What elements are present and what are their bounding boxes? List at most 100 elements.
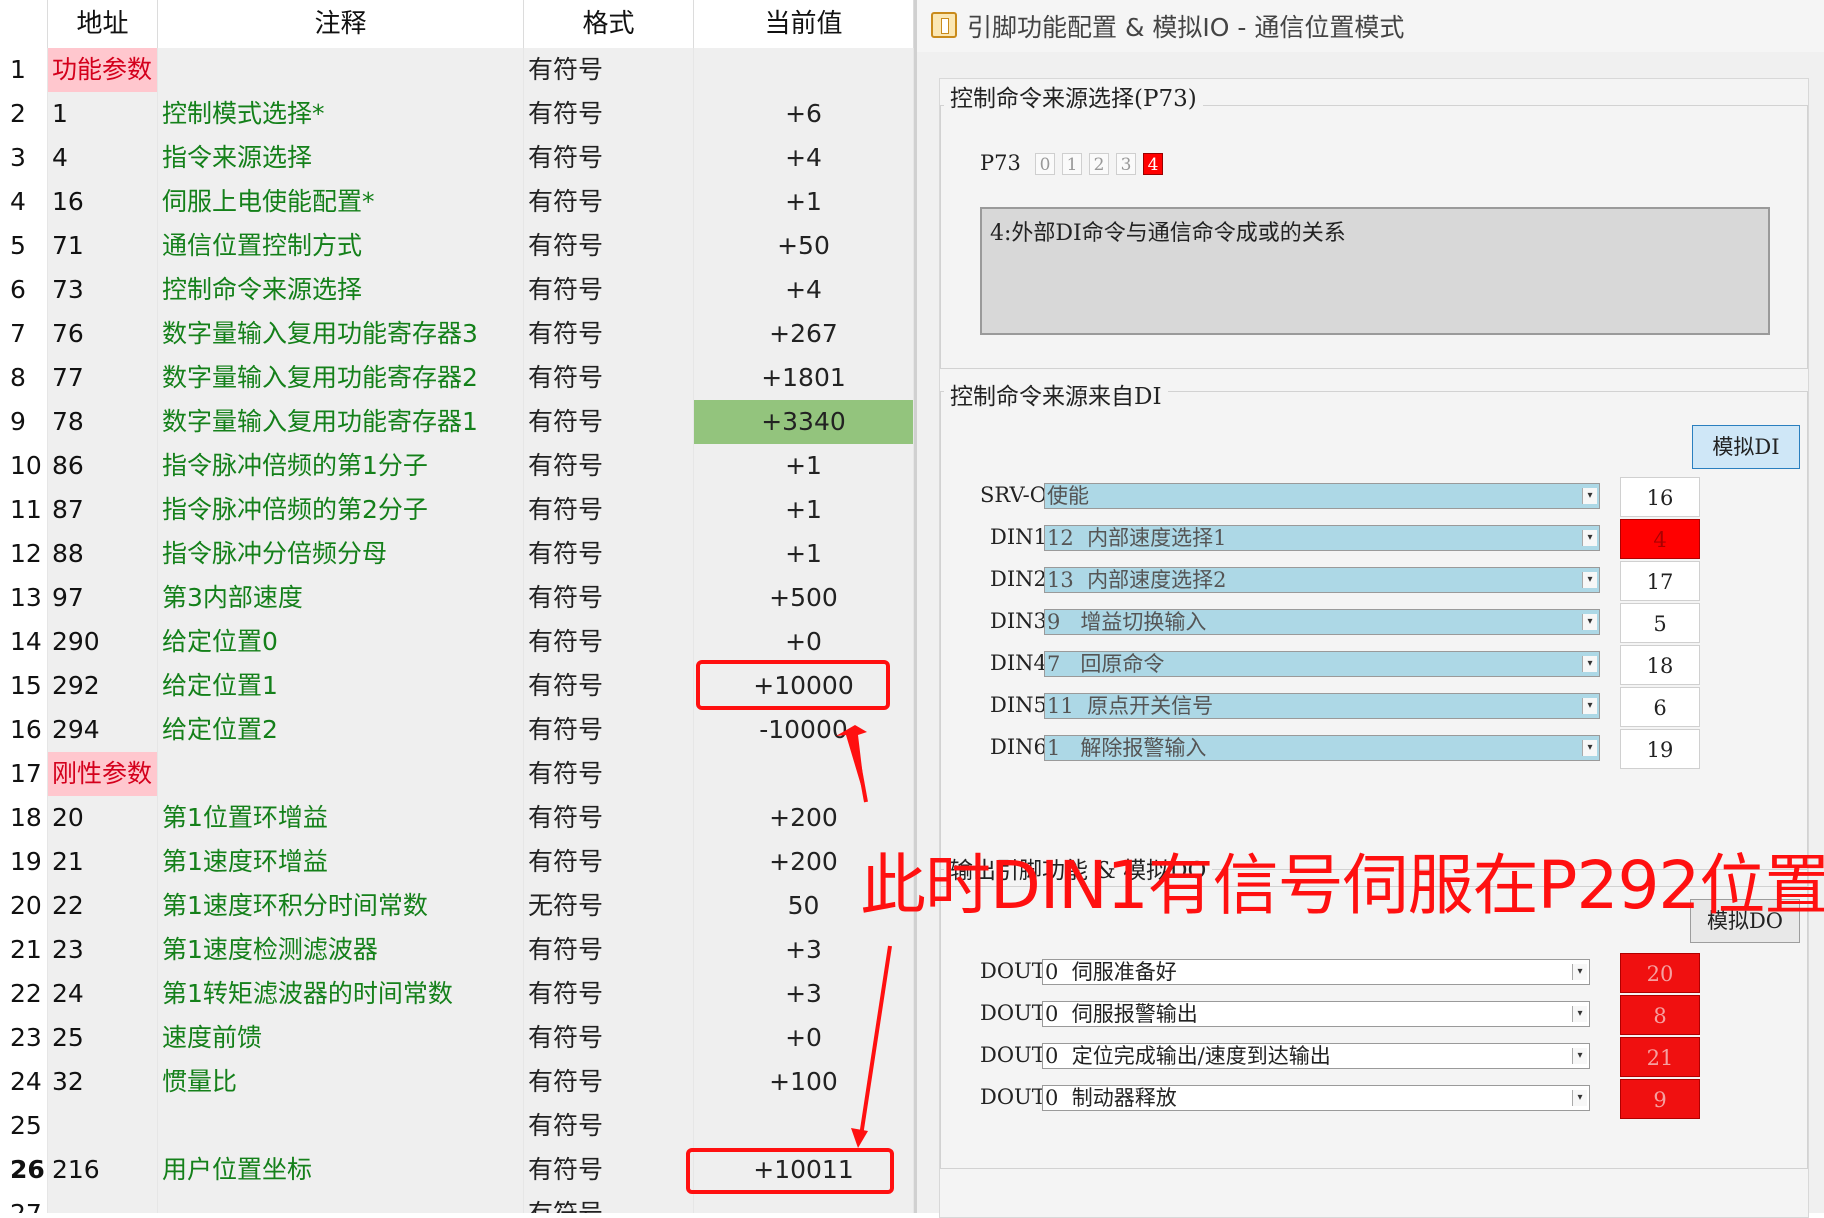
title-bar[interactable]: 引脚功能配置 & 模拟IO - 通信位置模式 — [917, 0, 1824, 52]
cell-value[interactable]: +267 — [694, 312, 914, 356]
cell-comment[interactable]: 控制命令来源选择 — [158, 268, 524, 312]
chevron-down-icon[interactable]: ▾ — [1582, 488, 1597, 504]
cell-address[interactable]: 294 — [48, 708, 158, 752]
cell-format[interactable]: 有符号 — [524, 664, 694, 708]
header-format[interactable]: 格式 — [524, 0, 694, 48]
cell-format[interactable]: 有符号 — [524, 312, 694, 356]
cell-format[interactable]: 有符号 — [524, 488, 694, 532]
cell-comment[interactable] — [158, 1192, 524, 1213]
cell-address[interactable]: 88 — [48, 532, 158, 576]
cell-comment[interactable]: 第1速度环增益 — [158, 840, 524, 884]
cell-value[interactable] — [694, 48, 914, 92]
cell-format[interactable]: 有符号 — [524, 1060, 694, 1104]
di-select-din4[interactable]: 7 回原命令 ▾ — [1044, 651, 1600, 677]
table-row[interactable]: 16 294 给定位置2 有符号 -10000 — [0, 708, 914, 752]
cell-format[interactable]: 有符号 — [524, 752, 694, 796]
cell-comment[interactable]: 数字量输入复用功能寄存器3 — [158, 312, 524, 356]
cell-value[interactable]: +3 — [694, 928, 914, 972]
cell-comment[interactable]: 第1位置环增益 — [158, 796, 524, 840]
cell-address[interactable]: 16 — [48, 180, 158, 224]
cell-value[interactable]: +3340 — [694, 400, 914, 444]
cell-address[interactable]: 71 — [48, 224, 158, 268]
di-select-din1[interactable]: 12 内部速度选择1 ▾ — [1044, 525, 1600, 551]
chevron-down-icon[interactable]: ▾ — [1572, 964, 1587, 980]
cell-address[interactable]: 24 — [48, 972, 158, 1016]
cell-format[interactable]: 有符号 — [524, 400, 694, 444]
cell-format[interactable]: 有符号 — [524, 620, 694, 664]
cell-comment[interactable]: 第1速度检测滤波器 — [158, 928, 524, 972]
cell-value[interactable] — [694, 1192, 914, 1213]
cell-comment[interactable]: 用户位置坐标 — [158, 1148, 524, 1192]
chevron-down-icon[interactable]: ▾ — [1582, 572, 1597, 588]
do-value-dout4[interactable]: 9 — [1620, 1079, 1700, 1119]
chevron-down-icon[interactable]: ▾ — [1582, 530, 1597, 546]
cell-comment[interactable]: 给定位置2 — [158, 708, 524, 752]
cell-address[interactable]: 78 — [48, 400, 158, 444]
cell-value[interactable]: +1 — [694, 532, 914, 576]
cell-value[interactable]: +1 — [694, 444, 914, 488]
cell-format[interactable]: 有符号 — [524, 48, 694, 92]
cell-value[interactable] — [694, 1104, 914, 1148]
cell-address[interactable]: 32 — [48, 1060, 158, 1104]
cell-address[interactable]: 功能参数 — [48, 48, 158, 92]
cell-address[interactable]: 87 — [48, 488, 158, 532]
cell-format[interactable]: 有符号 — [524, 92, 694, 136]
cell-comment[interactable]: 数字量输入复用功能寄存器1 — [158, 400, 524, 444]
cell-format[interactable]: 有符号 — [524, 268, 694, 312]
cell-value[interactable]: +500 — [694, 576, 914, 620]
cell-value[interactable] — [694, 752, 914, 796]
table-row[interactable]: 5 71 通信位置控制方式 有符号 +50 — [0, 224, 914, 268]
cell-comment[interactable]: 伺服上电使能配置* — [158, 180, 524, 224]
table-row[interactable]: 20 22 第1速度环积分时间常数 无符号 50 — [0, 884, 914, 928]
table-row[interactable]: 3 4 指令来源选择 有符号 +4 — [0, 136, 914, 180]
p73-option-3[interactable]: 3 — [1116, 153, 1136, 175]
table-row[interactable]: 24 32 惯量比 有符号 +100 — [0, 1060, 914, 1104]
cell-comment[interactable]: 指令脉冲倍频的第2分子 — [158, 488, 524, 532]
cell-comment[interactable]: 给定位置0 — [158, 620, 524, 664]
cell-address[interactable]: 73 — [48, 268, 158, 312]
di-select-srv-on[interactable]: 使能 ▾ — [1044, 483, 1600, 509]
header-current-value[interactable]: 当前值 — [694, 0, 914, 48]
cell-address[interactable]: 4 — [48, 136, 158, 180]
cell-comment[interactable]: 通信位置控制方式 — [158, 224, 524, 268]
chevron-down-icon[interactable]: ▾ — [1582, 740, 1597, 756]
table-row[interactable]: 8 77 数字量输入复用功能寄存器2 有符号 +1801 — [0, 356, 914, 400]
cell-comment[interactable] — [158, 1104, 524, 1148]
cell-value[interactable]: +0 — [694, 620, 914, 664]
cell-comment[interactable]: 第3内部速度 — [158, 576, 524, 620]
table-row[interactable]: 1 功能参数 有符号 — [0, 48, 914, 92]
table-row[interactable]: 15 292 给定位置1 有符号 +10000 — [0, 664, 914, 708]
di-value-din6[interactable]: 19 — [1620, 729, 1700, 769]
cell-format[interactable]: 有符号 — [524, 576, 694, 620]
p73-option-0[interactable]: 0 — [1035, 153, 1055, 175]
chevron-down-icon[interactable]: ▾ — [1582, 698, 1597, 714]
cell-address[interactable]: 20 — [48, 796, 158, 840]
p73-option-1[interactable]: 1 — [1062, 153, 1082, 175]
chevron-down-icon[interactable]: ▾ — [1582, 656, 1597, 672]
cell-comment[interactable]: 第1转矩滤波器的时间常数 — [158, 972, 524, 1016]
table-row[interactable]: 11 87 指令脉冲倍频的第2分子 有符号 +1 — [0, 488, 914, 532]
cell-value[interactable]: +3 — [694, 972, 914, 1016]
di-value-din5[interactable]: 6 — [1620, 687, 1700, 727]
cell-address[interactable]: 97 — [48, 576, 158, 620]
table-row[interactable]: 14 290 给定位置0 有符号 +0 — [0, 620, 914, 664]
cell-address[interactable]: 22 — [48, 884, 158, 928]
table-row[interactable]: 2 1 控制模式选择* 有符号 +6 — [0, 92, 914, 136]
table-row[interactable]: 26 216 用户位置坐标 有符号 +10011 — [0, 1148, 914, 1192]
table-row[interactable]: 13 97 第3内部速度 有符号 +500 — [0, 576, 914, 620]
cell-value[interactable]: +4 — [694, 268, 914, 312]
cell-address[interactable]: 216 — [48, 1148, 158, 1192]
cell-format[interactable]: 有符号 — [524, 1148, 694, 1192]
cell-comment[interactable]: 指令来源选择 — [158, 136, 524, 180]
cell-address[interactable]: 290 — [48, 620, 158, 664]
cell-value[interactable]: +1801 — [694, 356, 914, 400]
table-row[interactable]: 18 20 第1位置环增益 有符号 +200 — [0, 796, 914, 840]
do-value-dout3[interactable]: 21 — [1620, 1037, 1700, 1077]
header-comment[interactable]: 注释 — [158, 0, 524, 48]
cell-format[interactable]: 有符号 — [524, 928, 694, 972]
table-row[interactable]: 23 25 速度前馈 有符号 +0 — [0, 1016, 914, 1060]
table-row[interactable]: 7 76 数字量输入复用功能寄存器3 有符号 +267 — [0, 312, 914, 356]
cell-address[interactable]: 86 — [48, 444, 158, 488]
chevron-down-icon[interactable]: ▾ — [1572, 1090, 1587, 1106]
cell-format[interactable]: 有符号 — [524, 1104, 694, 1148]
